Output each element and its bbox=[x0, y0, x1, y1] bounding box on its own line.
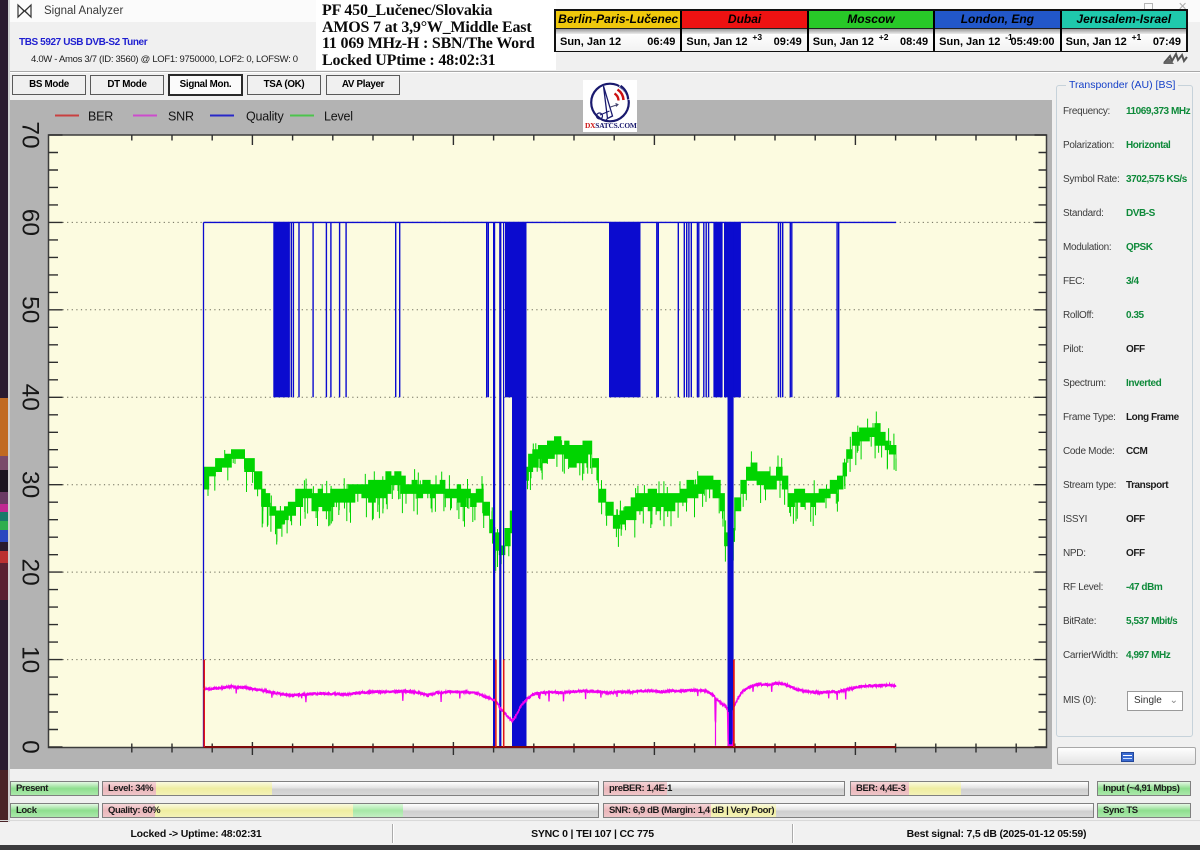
svg-text:DXSATCS.COM: DXSATCS.COM bbox=[585, 121, 637, 130]
svg-text:Level: Level bbox=[324, 110, 353, 124]
svg-text:70: 70 bbox=[17, 121, 44, 148]
svg-text:BER: BER bbox=[88, 110, 113, 124]
svg-text:0: 0 bbox=[17, 740, 44, 754]
svg-text:10: 10 bbox=[17, 646, 44, 673]
svg-text:30: 30 bbox=[17, 471, 44, 498]
svg-text:50: 50 bbox=[17, 296, 44, 323]
svg-text:Quality: Quality bbox=[246, 110, 284, 124]
svg-text:20: 20 bbox=[17, 558, 44, 585]
svg-text:40: 40 bbox=[17, 384, 44, 411]
svg-text:SNR: SNR bbox=[168, 110, 194, 124]
svg-text:60: 60 bbox=[17, 209, 44, 236]
